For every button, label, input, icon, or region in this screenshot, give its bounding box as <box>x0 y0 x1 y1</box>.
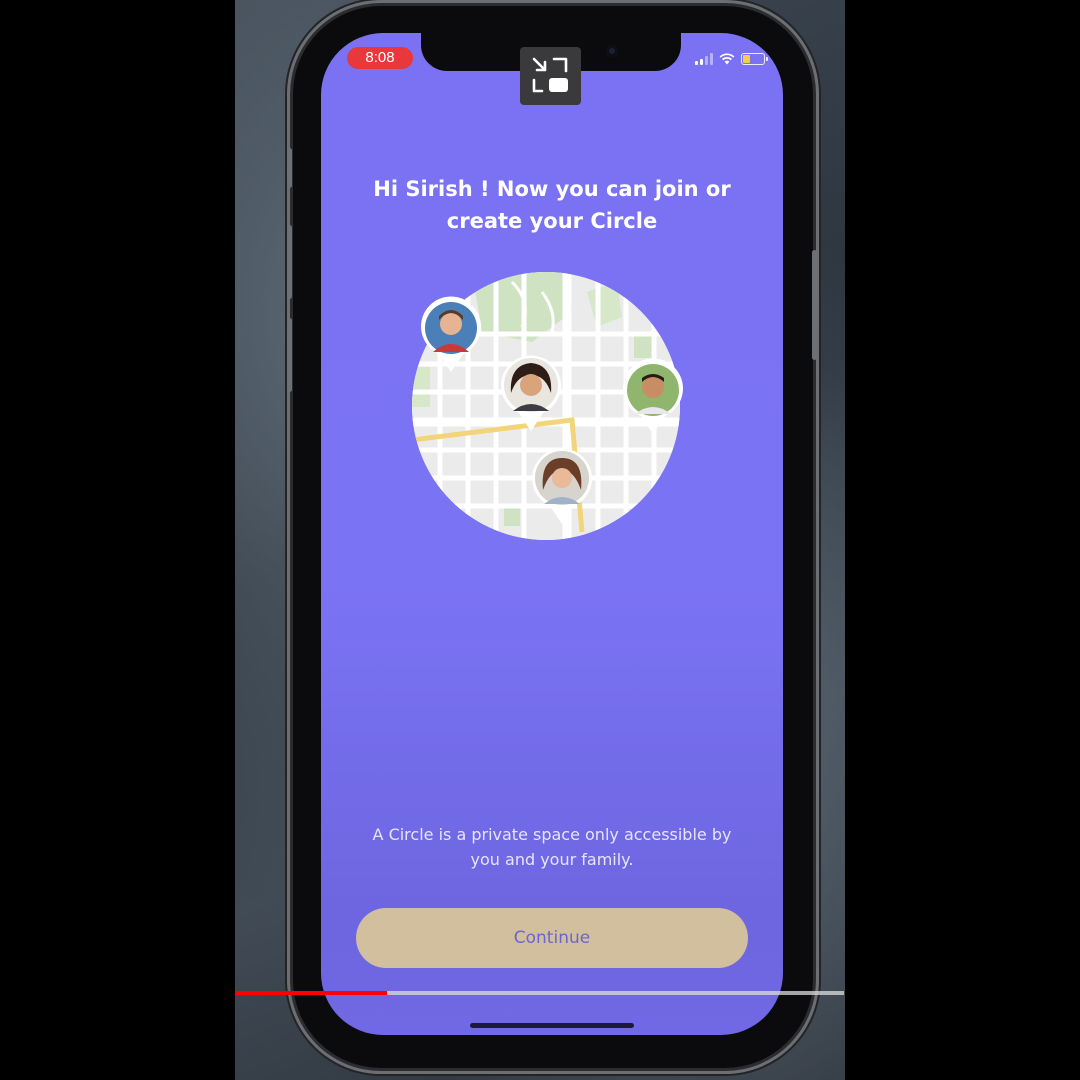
video-progress-bar[interactable] <box>235 991 844 995</box>
phone-side-button <box>812 250 817 360</box>
cellular-signal-icon <box>695 53 713 65</box>
headline-line-2: create your Circle <box>446 209 658 233</box>
battery-level <box>743 55 750 63</box>
phone-mute-switch <box>287 148 292 188</box>
family-member-pin <box>530 446 594 528</box>
description-line-1: A Circle is a private space only accessi… <box>372 825 732 844</box>
exit-picture-in-picture-button[interactable] <box>520 47 581 105</box>
home-indicator[interactable] <box>470 1023 634 1028</box>
app-screen: 8:08 Hi Sirish ! Now you can join or cre… <box>321 33 783 1035</box>
video-progress-fill <box>235 991 388 995</box>
status-icons <box>695 51 768 67</box>
status-time: 8:08 <box>347 47 413 69</box>
description: A Circle is a private space only accessi… <box>341 822 763 872</box>
family-member-pin <box>621 358 685 438</box>
phone-volume-up-button <box>287 225 292 299</box>
headline-line-1: Hi Sirish ! Now you can join or <box>373 177 731 201</box>
wifi-icon <box>719 53 735 65</box>
exit-picture-in-picture-icon <box>532 57 568 93</box>
phone-volume-down-button <box>287 318 292 392</box>
family-member-pin <box>419 296 483 376</box>
page-title: Hi Sirish ! Now you can join or create y… <box>321 173 783 237</box>
avatar <box>623 358 683 434</box>
continue-button[interactable]: Continue <box>356 908 748 968</box>
avatar <box>532 448 592 524</box>
avatar <box>421 296 481 372</box>
battery-icon <box>741 53 768 65</box>
description-line-2: you and your family. <box>470 850 634 869</box>
avatar <box>501 355 561 431</box>
front-camera <box>606 45 618 57</box>
family-member-pin <box>499 353 563 435</box>
